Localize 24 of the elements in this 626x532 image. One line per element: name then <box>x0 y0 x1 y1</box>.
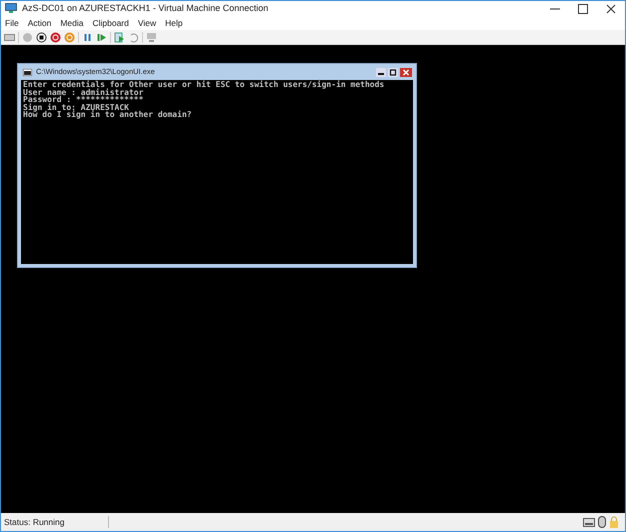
lock-icon <box>609 516 619 528</box>
maximize-icon[interactable] <box>388 68 398 76</box>
console-line: Password : ************** <box>23 96 144 104</box>
menu-item[interactable]: Action <box>28 16 52 30</box>
console-line: Sign in to: AZURESTACK <box>23 104 129 112</box>
menu-item[interactable]: View <box>138 16 156 30</box>
console-line: How do I sign in to another domain? <box>23 111 192 119</box>
console-icon <box>23 68 32 76</box>
resume-icon[interactable] <box>96 32 107 42</box>
vm-screen[interactable] <box>1 45 625 513</box>
menu-item[interactable]: Clipboard <box>92 16 129 30</box>
status-text: Status: Running <box>1 516 109 528</box>
pause-icon[interactable] <box>82 32 93 42</box>
stop-icon[interactable] <box>36 32 47 42</box>
window-title: AzS-DC01 on AZURESTACKH1 - Virtual Machine Connection <box>22 2 268 15</box>
console-line: Enter credentials for Other user or hit ESC to switch users/sign-in methods <box>23 81 384 89</box>
monitor-icon <box>5 3 17 14</box>
menu-item[interactable]: Media <box>60 16 84 30</box>
minimize-icon[interactable] <box>376 68 386 76</box>
close-icon[interactable] <box>400 68 412 76</box>
console-line: User name : administrator <box>23 88 144 96</box>
menu-item[interactable]: File <box>5 16 19 30</box>
mouse-icon <box>598 516 606 528</box>
menu-item[interactable]: Help <box>165 16 183 30</box>
